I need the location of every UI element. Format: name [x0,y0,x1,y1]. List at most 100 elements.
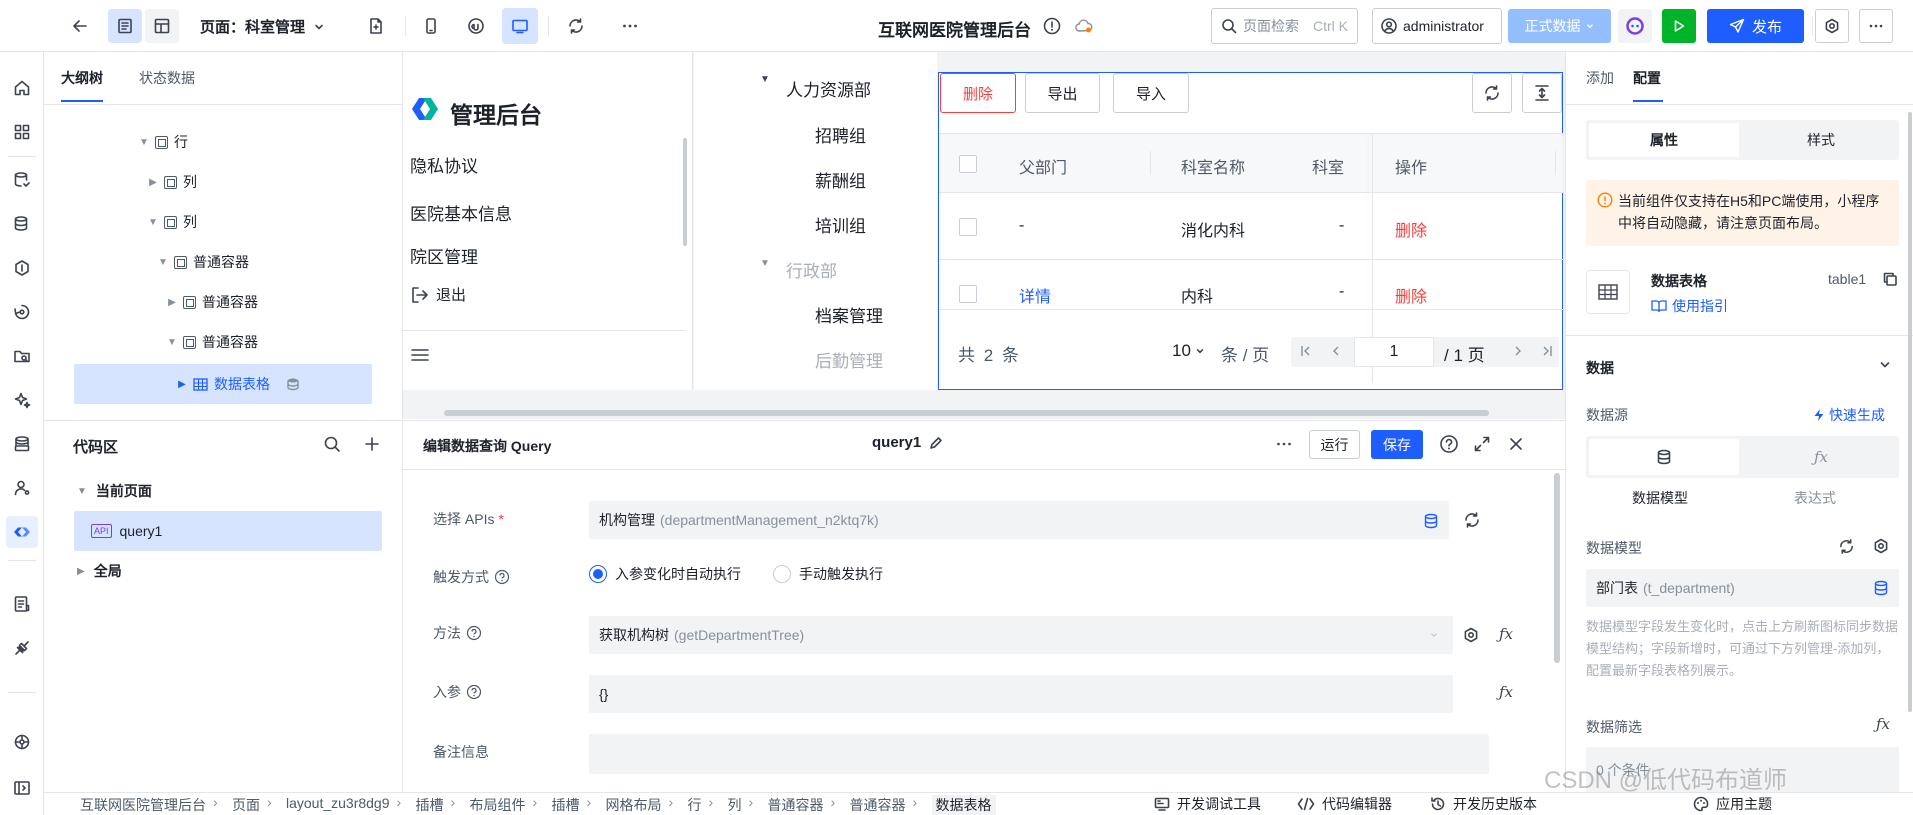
horizontal-scrollbar[interactable] [444,410,1489,416]
dept-node[interactable]: 档案管理 [815,302,883,327]
more-options-icon[interactable] [1859,9,1893,43]
page-search-input[interactable]: 页面检索 Ctrl K [1211,8,1358,44]
mobile-view-icon[interactable] [413,8,449,44]
tab-add[interactable]: 添加 [1586,68,1614,88]
page-size-select[interactable]: 10 [1172,341,1205,361]
quick-generate-link[interactable]: 快速生成 [1813,405,1885,425]
plugin-icon[interactable] [6,632,38,664]
menu-item-campus[interactable]: 院区管理 [410,246,680,264]
miniprogram-view-icon[interactable] [458,8,494,44]
breadcrumb-item[interactable]: 数据表格 [931,795,996,815]
storage-icon[interactable] [6,428,38,460]
remark-input[interactable] [589,734,1489,774]
info-icon[interactable] [1043,17,1061,35]
breadcrumb-item[interactable]: 普通容器 [850,795,906,815]
function-fx-icon[interactable]: ƒx [1876,715,1890,733]
refresh-icon[interactable] [1463,511,1481,529]
tab-config[interactable]: 配置 [1633,68,1661,88]
copy-icon[interactable] [1882,271,1898,287]
user-permission-icon[interactable] [6,472,38,504]
breadcrumb-item[interactable]: layout_zu3r8dg9 [286,795,390,811]
add-icon[interactable] [363,435,381,453]
database-icon[interactable] [6,164,38,196]
vertical-scrollbar[interactable] [1908,112,1912,712]
row-checkbox[interactable] [959,285,977,303]
chevron-down-icon[interactable] [1878,358,1892,372]
data-model-icon[interactable] [6,208,38,240]
more-icon[interactable] [1275,435,1293,453]
breadcrumb-item[interactable]: 网格布局 [606,795,662,815]
ai-assistant-icon[interactable] [1618,9,1652,43]
dept-node[interactable]: 行政部 [786,257,837,282]
tree-node-container[interactable]: ▼ 普通容器 [156,248,249,276]
method-settings-icon[interactable] [1463,627,1479,643]
preview-run-button[interactable] [1662,9,1696,43]
tab-state-data[interactable]: 状态数据 [139,68,195,88]
guide-link[interactable]: 使用指引 [1651,296,1728,316]
code-icon[interactable] [6,516,38,548]
tree-node-data-table[interactable]: ▶ 数据表格 [175,370,300,398]
trigger-auto-radio[interactable]: 入参变化时自动执行 [589,564,741,584]
query-name[interactable]: query1 [872,434,943,451]
logout-button[interactable]: 退出 [410,284,466,305]
breadcrumb-item[interactable]: 普通容器 [768,795,824,815]
function-fx-icon[interactable]: ƒx [1499,625,1513,643]
menu-item-privacy[interactable]: 隐私协议 [410,152,478,177]
page-mode-icon[interactable] [108,9,142,43]
breadcrumb-item[interactable]: 页面 [232,795,260,815]
api-select[interactable]: 机构管理 (departmentManagement_n2ktq7k) [589,501,1449,539]
row-checkbox[interactable] [959,218,977,236]
prev-page-icon[interactable] [1329,344,1343,358]
last-page-icon[interactable] [1540,344,1554,358]
dept-node[interactable]: 薪酬组 [815,167,866,192]
settings-icon[interactable] [1815,9,1849,43]
tab-styles[interactable]: 样式 [1746,123,1896,157]
dept-node[interactable]: 后勤管理 [815,347,883,372]
tree-node-col[interactable]: ▼ 列 [146,208,197,236]
data-model-select[interactable]: 部门表 (t_department) [1586,569,1899,607]
page-input[interactable]: 1 [1354,337,1434,367]
method-select[interactable]: 获取机构树 (getDepartmentTree) [589,616,1453,654]
logs-icon[interactable] [6,588,38,620]
import-button[interactable]: 导入 [1113,73,1189,113]
table-row[interactable] [939,193,1563,260]
row-height-icon[interactable] [1522,73,1562,113]
row-detail-link[interactable]: 详情 [1019,283,1051,307]
refresh-icon[interactable] [1838,538,1855,555]
run-button[interactable]: 运行 [1309,430,1360,459]
vertical-scrollbar[interactable] [1554,473,1560,663]
function-fx-icon[interactable]: ƒx [1499,683,1513,701]
global-group[interactable]: ▶ 全局 [77,561,122,581]
collapse-panel-icon[interactable] [6,772,38,804]
page-selector[interactable]: 页面：科室管理 [200,16,325,37]
trigger-manual-radio[interactable]: 手动触发执行 [773,564,883,584]
breadcrumb-item[interactable]: 行 [688,795,702,815]
mode-expression-fx-icon[interactable]: ƒx [1746,439,1896,475]
refresh-icon[interactable] [558,8,594,44]
mode-data-model-icon[interactable] [1589,439,1739,475]
more-icon[interactable] [612,8,648,44]
components-icon[interactable] [6,116,38,148]
api-icon[interactable] [6,252,38,284]
ai-sparkle-icon[interactable] [6,384,38,416]
code-editor-button[interactable]: 代码编辑器 [1297,794,1392,814]
help-icon[interactable] [1439,434,1459,454]
search-icon[interactable] [323,435,341,453]
pc-view-icon[interactable] [502,8,538,44]
dept-node[interactable]: 培训组 [815,212,866,237]
extensions-icon[interactable] [6,726,38,758]
select-all-checkbox[interactable] [959,155,977,173]
table-refresh-icon[interactable] [1472,73,1512,113]
row-delete-link[interactable]: 删除 [1395,283,1427,307]
publish-button[interactable]: 发布 [1707,9,1804,43]
tab-properties[interactable]: 属性 [1589,123,1739,157]
theme-button[interactable]: 应用主题 [1693,794,1772,814]
history-button[interactable]: 开发历史版本 [1430,794,1537,814]
breadcrumb-item[interactable]: 布局组件 [470,795,526,815]
export-button[interactable]: 导出 [1025,73,1100,113]
tab-outline-tree[interactable]: 大纲树 [61,68,103,88]
expand-icon[interactable] [1473,435,1491,453]
breadcrumb-item[interactable]: 插槽 [416,795,444,815]
current-page-group[interactable]: ▼ 当前页面 [77,481,152,501]
breadcrumb-item[interactable]: 列 [728,795,742,815]
